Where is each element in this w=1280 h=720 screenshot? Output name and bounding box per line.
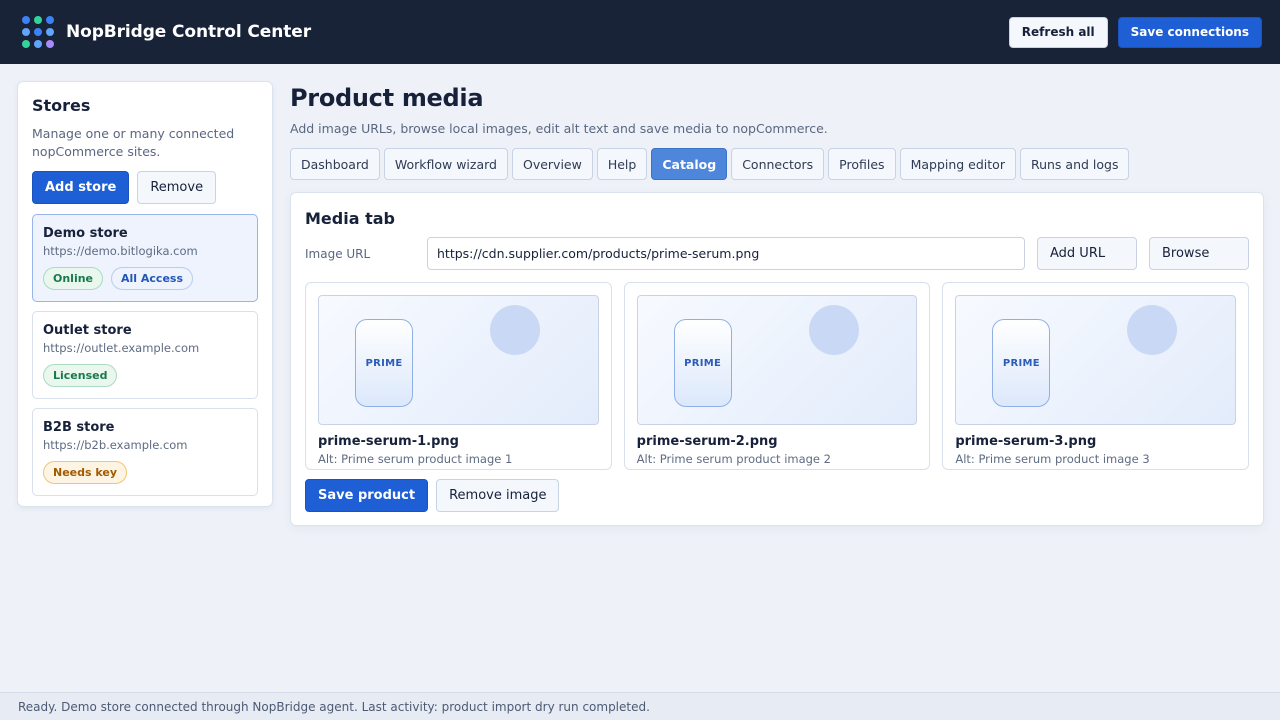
page-title: Product media [290,84,484,112]
tab-workflow-wizard[interactable]: Workflow wizard [383,148,508,180]
product-image-thumbnail: PRIME [636,295,918,425]
store-badges: Online All Access [43,267,247,290]
store-item-demo[interactable]: Demo store https://demo.bitlogika.com On… [32,214,258,302]
serum-bottle-icon: PRIME [673,319,732,407]
status-badge-online: Online [43,267,104,290]
image-url-input[interactable] [427,237,1025,270]
product-image-thumbnail: PRIME [955,295,1237,425]
store-item-b2b[interactable]: B2B store https://b2b.example.com Needs … [32,408,258,496]
tab-catalog[interactable]: Catalog [651,148,728,180]
logo-dot [34,40,42,48]
store-badges: Needs key [43,461,247,484]
image-alt-text[interactable]: Alt: Prime serum product image 1 [318,452,599,466]
status-bar: Ready. Demo store connected through NopB… [0,692,1280,720]
store-url: https://outlet.example.com [43,341,200,355]
tab-dashboard[interactable]: Dashboard [290,148,380,180]
store-name: Demo store [43,226,128,241]
media-image-card[interactable]: PRIME prime-serum-1.png Alt: Prime serum… [305,282,612,470]
image-url-label: Image URL [305,246,371,261]
image-alt-text[interactable]: Alt: Prime serum product image 2 [637,452,918,466]
store-url: https://b2b.example.com [43,438,188,452]
store-name: B2B store [43,420,115,435]
serum-bottle-icon: PRIME [355,319,413,407]
image-filename: prime-serum-1.png [318,434,459,449]
thumbnail-circle-decoration [808,305,859,355]
media-image-card[interactable]: PRIME prime-serum-3.png Alt: Prime serum… [942,282,1250,470]
image-url-row: Image URL Add URL Browse [305,237,1249,270]
add-url-button[interactable]: Add URL [1037,237,1137,270]
main-content: Product media Add image URLs, browse loc… [290,80,1264,526]
logo-dot [46,16,54,24]
media-image-card[interactable]: PRIME prime-serum-2.png Alt: Prime serum… [623,282,931,470]
media-image-list: PRIME prime-serum-1.png Alt: Prime serum… [305,282,1250,470]
logo-dot [22,16,30,24]
logo-dot [46,40,54,48]
logo-dot [34,16,42,24]
store-item-outlet[interactable]: Outlet store https://outlet.example.com … [32,311,258,399]
tab-profiles[interactable]: Profiles [828,148,896,180]
license-badge-needs-key: Needs key [43,461,128,484]
logo-dot [22,28,30,36]
logo-dot [22,40,30,48]
store-badges: Licensed [43,364,247,387]
image-filename: prime-serum-3.png [955,434,1097,449]
thumbnail-circle-decoration [490,305,540,355]
page-subtitle: Add image URLs, browse local images, edi… [290,121,828,136]
top-bar: NopBridge Control Center Refresh all Sav… [0,0,1280,64]
tab-mapping-editor[interactable]: Mapping editor [899,148,1016,180]
add-store-button[interactable]: Add store [32,171,130,204]
stores-title: Stores [32,96,91,115]
save-connections-button[interactable]: Save connections [1117,16,1262,48]
bottle-brand-label: PRIME [1002,357,1040,369]
media-tab-heading: Media tab [305,209,395,228]
tab-bar: Dashboard Workflow wizard Overview Help … [290,148,1264,180]
license-badge-licensed: Licensed [43,364,118,387]
bottle-brand-label: PRIME [684,357,722,369]
media-actions: Save product Remove image [305,479,1249,512]
browse-button[interactable]: Browse [1149,237,1249,270]
app-logo-icon [22,16,54,48]
logo-dot [34,28,42,36]
topbar-actions: Refresh all Save connections [1008,16,1262,48]
stores-actions: Add store Remove [32,171,258,204]
stores-description: Manage one or many connected nopCommerce… [32,126,235,159]
logo-dot [46,28,54,36]
remove-store-button[interactable]: Remove [137,171,217,204]
bottle-brand-label: PRIME [365,357,403,369]
tab-connectors[interactable]: Connectors [731,148,825,180]
license-badge-all-access: All Access [111,267,194,290]
media-panel: Media tab Image URL Add URL Browse PRIME… [290,192,1264,526]
app-title: NopBridge Control Center [66,22,311,42]
store-url: https://demo.bitlogika.com [43,244,198,258]
image-alt-text[interactable]: Alt: Prime serum product image 3 [955,452,1236,466]
image-filename: prime-serum-2.png [636,434,778,449]
status-text: Ready. Demo store connected through NopB… [18,699,650,714]
tab-help[interactable]: Help [596,148,648,180]
serum-bottle-icon: PRIME [992,319,1051,407]
save-product-button[interactable]: Save product [305,479,429,512]
product-image-thumbnail: PRIME [318,295,599,425]
tab-runs-and-logs[interactable]: Runs and logs [1019,148,1130,180]
thumbnail-circle-decoration [1127,305,1178,355]
refresh-all-button[interactable]: Refresh all [1008,16,1108,48]
store-name: Outlet store [43,323,132,338]
stores-panel: Stores Manage one or many connected nopC… [17,81,273,507]
remove-image-button[interactable]: Remove image [436,479,560,512]
tab-overview[interactable]: Overview [511,148,593,180]
